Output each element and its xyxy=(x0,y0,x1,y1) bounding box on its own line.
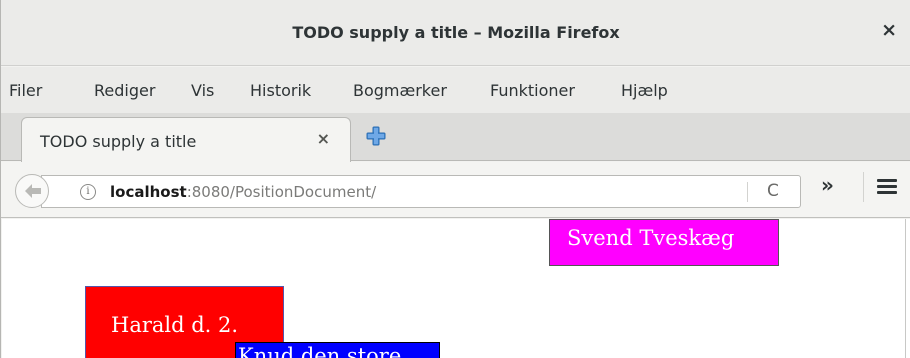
hamburger-menu-icon[interactable] xyxy=(877,179,897,195)
tab-close-button[interactable]: × xyxy=(317,129,330,148)
url-host: localhost xyxy=(110,183,187,201)
window-title: TODO supply a title – Mozilla Firefox xyxy=(292,23,620,42)
menu-vis[interactable]: Vis xyxy=(191,81,214,100)
menu-bogmaerker[interactable]: Bogmærker xyxy=(353,81,447,100)
url-bar[interactable]: i localhost:8080/PositionDocument/ C xyxy=(41,175,801,208)
tab-active[interactable]: TODO supply a title × xyxy=(21,117,351,162)
menu-filer[interactable]: Filer xyxy=(9,81,42,100)
scrollbar[interactable] xyxy=(905,219,910,358)
back-arrow-icon xyxy=(25,184,41,198)
page-content: Svend Tveskæg Harald d. 2. Knud den stor… xyxy=(2,219,910,358)
box-svend-tveskaeg: Svend Tveskæg xyxy=(549,219,779,266)
url-text[interactable]: localhost:8080/PositionDocument/ xyxy=(110,183,376,201)
menu-rediger[interactable]: Rediger xyxy=(94,81,155,100)
firefox-window: TODO supply a title – Mozilla Firefox × … xyxy=(0,0,910,358)
back-button[interactable] xyxy=(15,174,49,208)
menu-historik[interactable]: Historik xyxy=(250,81,311,100)
close-window-button[interactable]: × xyxy=(881,20,897,40)
new-tab-button[interactable] xyxy=(366,126,386,146)
menu-funktioner[interactable]: Funktioner xyxy=(490,81,575,100)
tab-strip: TODO supply a title × xyxy=(1,113,910,162)
info-icon[interactable]: i xyxy=(80,184,96,200)
url-path: :8080/PositionDocument/ xyxy=(186,183,377,201)
reload-icon[interactable]: C xyxy=(767,181,779,201)
tab-title: TODO supply a title xyxy=(40,132,197,151)
overflow-chevron-icon[interactable]: » xyxy=(821,173,834,197)
title-bar: TODO supply a title – Mozilla Firefox × xyxy=(1,0,910,66)
plus-icon xyxy=(366,126,386,146)
url-divider xyxy=(747,182,748,202)
menu-hjaelp[interactable]: Hjælp xyxy=(621,81,668,100)
toolbar-divider xyxy=(863,172,864,202)
navigation-bar: i localhost:8080/PositionDocument/ C xyxy=(1,162,910,218)
menu-bar: Filer Rediger Vis Historik Bogmærker Fun… xyxy=(1,67,910,113)
box-knud-den-store: Knud den store xyxy=(235,342,440,358)
